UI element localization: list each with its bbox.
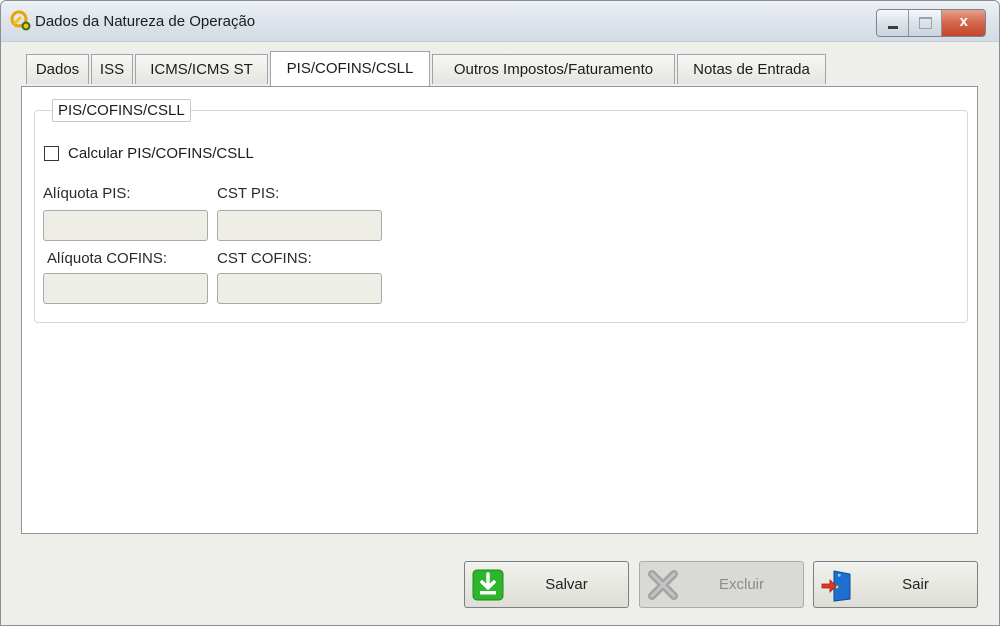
- aliquota-pis-input[interactable]: [43, 210, 208, 241]
- tab-pis-cofins-csll[interactable]: PIS/COFINS/CSLL: [270, 51, 430, 86]
- sair-button[interactable]: Sair: [813, 561, 978, 608]
- cst-cofins-label: CST COFINS:: [217, 250, 312, 267]
- tab-panel: PIS/COFINS/CSLL Calcular PIS/COFINS/CSLL…: [21, 86, 978, 534]
- excluir-label: Excluir: [718, 576, 764, 593]
- salvar-button[interactable]: Salvar: [464, 561, 629, 608]
- tab-outros-impostos-faturamento[interactable]: Outros Impostos/Faturamento: [432, 54, 675, 84]
- minimize-button[interactable]: [877, 10, 910, 36]
- sair-label: Sair: [902, 576, 929, 593]
- close-button[interactable]: x: [941, 10, 985, 36]
- app-window: Dados da Natureza de Operação x Dados IS…: [0, 0, 1000, 626]
- tab-icms-icms-st[interactable]: ICMS/ICMS ST: [135, 54, 268, 84]
- calcular-checkbox-label: Calcular PIS/COFINS/CSLL: [68, 144, 254, 162]
- cst-cofins-input[interactable]: [217, 273, 382, 304]
- aliquota-cofins-label: Alíquota COFINS:: [47, 250, 168, 267]
- calcular-checkbox-row[interactable]: Calcular PIS/COFINS/CSLL: [44, 143, 254, 163]
- close-icon: x: [959, 13, 968, 30]
- cst-pis-input[interactable]: [217, 210, 382, 241]
- save-download-icon: [472, 569, 504, 601]
- delete-x-icon: [648, 570, 678, 600]
- calcular-checkbox[interactable]: [44, 145, 59, 161]
- aliquota-cofins-input[interactable]: [43, 273, 208, 304]
- excluir-button[interactable]: Excluir: [639, 561, 804, 608]
- exit-door-icon: [821, 570, 851, 602]
- window-controls: x: [876, 9, 986, 37]
- salvar-label: Salvar: [545, 576, 588, 593]
- title-bar[interactable]: Dados da Natureza de Operação x: [1, 1, 999, 42]
- maximize-icon: [919, 17, 933, 29]
- window-title: Dados da Natureza de Operação: [35, 13, 256, 30]
- minimize-icon: [888, 26, 898, 29]
- aliquota-pis-label: Alíquota PIS:: [43, 185, 131, 202]
- tab-dados[interactable]: Dados: [26, 54, 89, 84]
- tab-notas-de-entrada[interactable]: Notas de Entrada: [677, 54, 826, 84]
- group-legend: PIS/COFINS/CSLL: [52, 99, 191, 122]
- cst-pis-label: CST PIS:: [217, 185, 280, 202]
- tab-iss[interactable]: ISS: [91, 54, 133, 84]
- maximize-button: [909, 10, 942, 36]
- app-logo-icon: [10, 10, 31, 31]
